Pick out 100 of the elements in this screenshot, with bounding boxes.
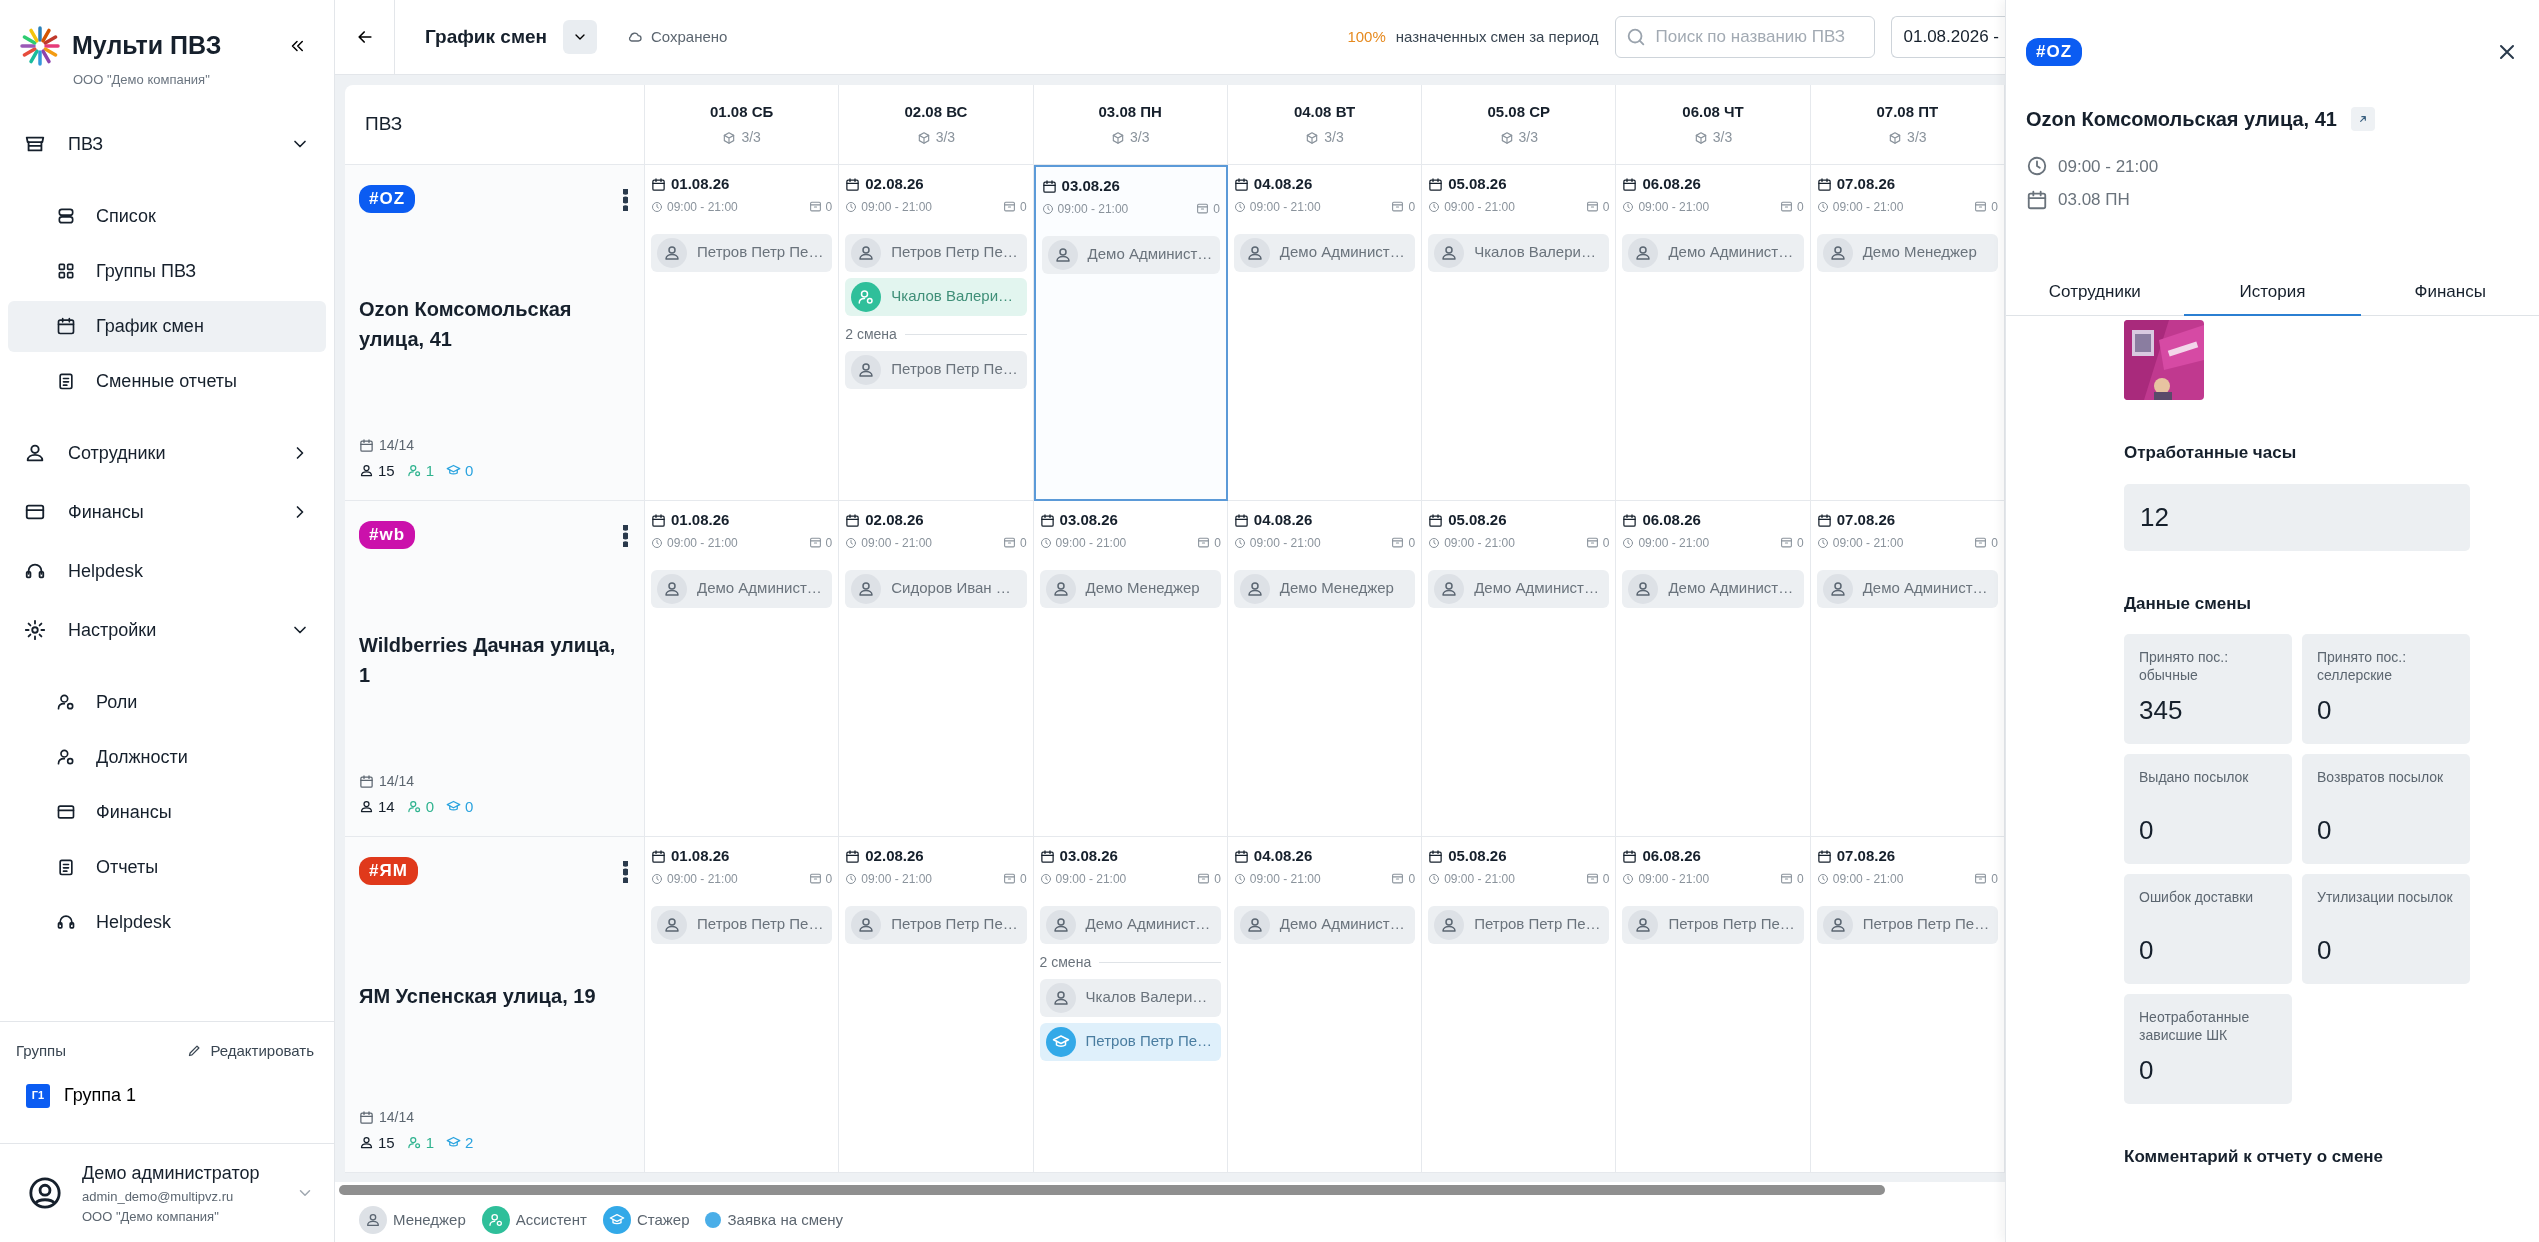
sidebar-subitem[interactable]: Группы ПВЗ	[8, 245, 326, 297]
shift-cell[interactable]: 01.08.26 09:00 - 21:00 0 Петров Петр Пе…	[645, 837, 840, 1173]
employee-chip[interactable]: Петров Петр Пе…	[845, 905, 1027, 944]
shift-cell[interactable]: 02.08.26 09:00 - 21:00 0 Петров Петр Пе… Чкалов Валери… 2 смена Петров Петр Пе…	[839, 165, 1034, 501]
shift-cell[interactable]: 03.08.26 09:00 - 21:00 0 Демо Менеджер	[1033, 501, 1228, 837]
employee-chip[interactable]: Демо Админист…	[651, 569, 833, 608]
shift-cell[interactable]: 05.08.26 09:00 - 21:00 0 Петров Петр Пе…	[1422, 837, 1617, 1173]
calendar-icon	[359, 437, 374, 453]
shift-cell[interactable]: 06.08.26 09:00 - 21:00 0 Демо Админист…	[1616, 501, 1811, 837]
shift-cell[interactable]: 01.08.26 09:00 - 21:00 0 Демо Админист…	[645, 501, 840, 837]
parcel-count: 0	[1408, 198, 1416, 216]
employee-chip[interactable]: Петров Петр Пе…	[1622, 905, 1804, 944]
employee-chip[interactable]: Петров Петр Пе…	[651, 905, 833, 944]
shift-date: 02.08.26	[865, 846, 924, 866]
shift-cell[interactable]: 04.08.26 09:00 - 21:00 0 Демо Админист…	[1227, 165, 1423, 501]
employee-chip[interactable]: Демо Админист…	[1233, 233, 1416, 272]
employee-chip[interactable]: Демо Менеджер	[1039, 569, 1221, 608]
employee-chip[interactable]: Демо Админист…	[1622, 233, 1804, 272]
day-header: 05.08 СР	[1487, 101, 1551, 122]
hours-value: 12	[2124, 483, 2470, 551]
box-icon	[1974, 536, 1988, 549]
calendar-icon	[1428, 176, 1444, 192]
box-icon	[1585, 872, 1599, 885]
employee-chip[interactable]: Демо Админист…	[1816, 569, 1998, 608]
shift-cell[interactable]: 04.08.26 09:00 - 21:00 0 Демо Админист…	[1227, 837, 1423, 1173]
sidebar-subitem[interactable]: Список	[8, 190, 326, 242]
sidebar-item[interactable]: ПВЗ	[8, 117, 326, 171]
sidebar-subitem[interactable]: Отчеты	[8, 841, 326, 893]
tab[interactable]: История	[2183, 270, 2362, 316]
calendar-icon	[1816, 848, 1832, 864]
scrollbar[interactable]	[339, 1185, 1885, 1195]
person-icon	[857, 579, 876, 598]
employee-chip[interactable]: Демо Админист…	[1039, 905, 1221, 944]
employee-chip[interactable]: Чкалов Валери…	[1039, 978, 1221, 1017]
shift-cell[interactable]: 05.08.26 09:00 - 21:00 0 Демо Админист…	[1422, 501, 1617, 837]
employee-chip[interactable]: Петров Петр Пе…	[651, 233, 833, 272]
shift-cell[interactable]: 07.08.26 09:00 - 21:00 0 Демо Менеджер	[1810, 165, 2005, 501]
shift-cell[interactable]: 06.08.26 09:00 - 21:00 0 Демо Админист…	[1616, 165, 1811, 501]
employee-chip[interactable]: Демо Менеджер	[1233, 569, 1416, 608]
more-button[interactable]	[623, 522, 628, 547]
clock-icon	[1622, 536, 1635, 549]
tab[interactable]: Финансы	[2361, 270, 2539, 316]
employee-chip[interactable]: Демо Админист…	[1428, 569, 1610, 608]
person-icon	[1440, 243, 1459, 262]
employee-chip[interactable]: Петров Петр Пе…	[845, 350, 1027, 389]
staff-count: 15	[378, 460, 395, 481]
sidebar-subitem[interactable]: Финансы	[8, 786, 326, 838]
tab[interactable]: Сотрудники	[2006, 270, 2184, 316]
sidebar-subitem[interactable]: Роли	[8, 676, 326, 728]
search-field[interactable]: Поиск по названию ПВЗ	[1614, 16, 1875, 58]
employee-chip[interactable]: Петров Петр Пе…	[1039, 1022, 1221, 1061]
app-logo-title: Мульти ПВЗ	[72, 30, 222, 62]
person-icon	[857, 243, 876, 262]
shift-cell[interactable]: 05.08.26 09:00 - 21:00 0 Чкалов Валери…	[1422, 165, 1617, 501]
employee-chip[interactable]: Чкалов Валери…	[1428, 233, 1610, 272]
employee-chip[interactable]: Петров Петр Пе…	[1816, 905, 1998, 944]
legend-label: Заявка на смену	[727, 1209, 844, 1230]
employee-chip[interactable]: Сидоров Иван …	[845, 569, 1027, 608]
sidebar-subitem[interactable]: Сменные отчеты	[8, 355, 326, 407]
employee-chip[interactable]: Демо Админист…	[1622, 569, 1804, 608]
sidebar-item[interactable]: Финансы	[8, 485, 326, 539]
headset-icon	[56, 912, 76, 932]
shift-cell[interactable]: 03.08.26 09:00 - 21:00 0 Демо Админист… 2 смена Чкалов Валери… Петров Петр Пе…	[1033, 837, 1228, 1173]
cube-icon	[1693, 130, 1708, 145]
shift-cell[interactable]: 07.08.26 09:00 - 21:00 0 Демо Админист…	[1810, 501, 2005, 837]
shift-cell[interactable]: 03.08.26 09:00 - 21:00 0 Демо Админист…	[1033, 165, 1228, 501]
calendar-icon	[56, 316, 76, 336]
employee-chip[interactable]: Петров Петр Пе…	[845, 233, 1027, 272]
stat-label: Выдано посылок	[2139, 768, 2250, 787]
shift-cell[interactable]: 04.08.26 09:00 - 21:00 0 Демо Менеджер	[1227, 501, 1423, 837]
calendar-icon	[1622, 848, 1638, 864]
person-icon	[1828, 915, 1847, 934]
employee-chip[interactable]: Петров Петр Пе…	[1428, 905, 1610, 944]
parcel-count: 0	[825, 870, 833, 888]
sidebar-subitem[interactable]: Должности	[8, 731, 326, 783]
shift-cell[interactable]: 06.08.26 09:00 - 21:00 0 Петров Петр Пе…	[1616, 837, 1811, 1173]
sidebar-subitem[interactable]: Helpdesk	[8, 896, 326, 948]
open-link-button[interactable]	[2350, 106, 2375, 131]
sidebar-item[interactable]: Настройки	[8, 603, 326, 657]
sidebar-item[interactable]: Сотрудники	[8, 426, 326, 480]
title-dropdown-button[interactable]	[563, 20, 597, 54]
shift-cell[interactable]: 02.08.26 09:00 - 21:00 0 Сидоров Иван …	[839, 501, 1034, 837]
sidebar-subitem[interactable]: График смен	[8, 300, 326, 352]
edit-groups-link[interactable]: Редактировать	[187, 1039, 314, 1062]
shift-cell[interactable]: 01.08.26 09:00 - 21:00 0 Петров Петр Пе…	[645, 165, 840, 501]
employee-chip[interactable]: Демо Админист…	[1041, 235, 1220, 274]
more-button[interactable]	[623, 186, 628, 211]
group-item[interactable]: Г1 Группа 1	[0, 1072, 334, 1119]
calendar-icon	[1816, 512, 1832, 528]
date-range-field[interactable]: 01.08.2026 -	[1890, 16, 2005, 58]
shift-cell[interactable]: 07.08.26 09:00 - 21:00 0 Петров Петр Пе…	[1810, 837, 2005, 1173]
stat-value: 345	[2139, 694, 2184, 727]
box-icon	[1391, 200, 1405, 213]
employee-chip[interactable]: Демо Админист…	[1233, 905, 1416, 944]
shift-cell[interactable]: 02.08.26 09:00 - 21:00 0 Петров Петр Пе…	[839, 837, 1034, 1173]
cube-icon	[1888, 130, 1903, 145]
sidebar-item[interactable]: Helpdesk	[8, 544, 326, 598]
more-button[interactable]	[623, 858, 628, 883]
stat-value: 0	[2317, 814, 2333, 847]
employee-chip[interactable]: Демо Менеджер	[1816, 233, 1998, 272]
